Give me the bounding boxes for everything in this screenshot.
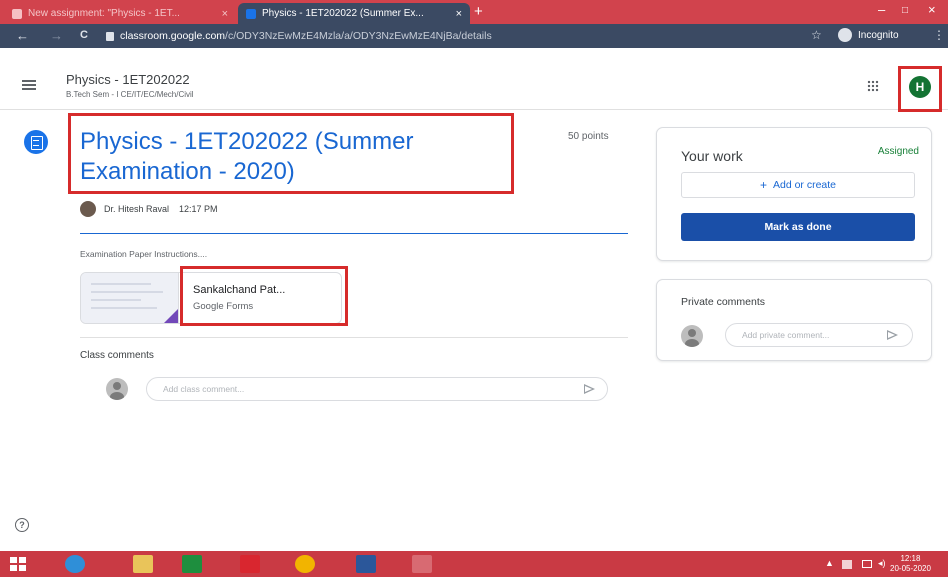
send-icon[interactable] [887,330,898,340]
your-work-title: Your work [681,148,743,164]
media-app-icon[interactable] [240,555,260,573]
incognito-label: Incognito [858,29,899,41]
address-bar[interactable]: classroom.google.com /c/ODY3NzEwMzE4Mzla… [106,27,826,45]
browser-tab-strip: New assignment: "Physics - 1ET... × Phys… [0,0,948,24]
store-icon[interactable] [182,555,202,573]
tab-close-icon[interactable]: × [222,8,228,20]
assignment-instructions: Examination Paper Instructions.... [80,249,208,259]
class-title[interactable]: Physics - 1ET202022 [66,72,190,87]
volume-icon[interactable]: ◂) [878,558,886,569]
url-host: classroom.google.com [120,30,226,42]
clock-time: 12:18 [900,554,921,563]
url-path: /c/ODY3NzEwMzE4Mzla/a/ODY3NzEwMzE4NjBa/d… [225,30,492,42]
teacher-avatar [80,201,96,217]
google-forms-icon [162,309,178,323]
maximize-icon[interactable]: □ [902,5,908,16]
attachment-thumbnail [81,273,179,323]
tab-title: New assignment: "Physics - 1ET... [28,8,180,19]
post-time: 12:17 PM [179,204,218,214]
browser-menu-icon[interactable]: ⋮ [933,28,945,42]
tray-expand-icon[interactable]: ▲ [825,558,834,568]
teacher-row: Dr. Hitesh Raval 12:17 PM [80,201,218,217]
flag-icon[interactable] [842,560,852,569]
work-status: Assigned [877,146,919,157]
title-divider [80,233,628,234]
incognito-indicator[interactable]: Incognito [838,28,899,42]
private-comments-title: Private comments [681,296,766,308]
browser-toolbar: ← → C classroom.google.com /c/ODY3NzEwMz… [0,24,948,48]
plus-icon: + [759,178,767,192]
mark-as-done-button[interactable]: Mark as done [681,213,915,241]
bookmark-star-icon[interactable]: ☆ [811,28,822,42]
lock-icon [106,31,114,41]
add-or-create-label: Add or create [772,179,837,191]
windows-start-icon[interactable] [10,557,26,571]
class-subtitle: B.Tech Sem - I CE/IT/EC/Mech/Civil [66,90,194,99]
highlight-box-attachment [180,266,348,326]
window-close-icon[interactable]: × [928,2,936,17]
highlight-box-title [68,113,514,194]
new-tab-button[interactable]: + [474,3,483,20]
network-icon[interactable] [862,560,872,568]
back-icon[interactable]: ← [16,28,29,43]
assignment-icon [24,130,48,154]
classroom-favicon-icon [246,8,256,19]
classroom-header: Physics - 1ET202022 B.Tech Sem - I CE/IT… [0,48,948,110]
private-comment-input[interactable]: Add private comment... [725,323,913,347]
private-comments-card: Private comments Add private comment... [656,279,932,361]
class-comment-input[interactable]: Add class comment... [146,377,608,401]
internet-explorer-icon[interactable] [65,555,85,573]
help-icon[interactable]: ? [15,518,29,532]
send-icon[interactable] [584,384,595,394]
file-explorer-icon[interactable] [133,555,153,573]
add-or-create-button[interactable]: + Add or create [681,172,915,198]
browser-tab-new-assignment[interactable]: New assignment: "Physics - 1ET... × [4,3,236,24]
gmail-favicon-icon [12,8,22,19]
word-icon[interactable] [356,555,376,573]
assignment-points: 50 points [568,131,609,142]
highlight-box-avatar [898,66,942,112]
comments-divider [80,337,628,338]
your-work-card: Your work Assigned + Add or create Mark … [656,127,932,261]
class-comments-heading: Class comments [80,350,154,361]
teacher-name: Dr. Hitesh Raval [104,204,170,214]
google-apps-icon[interactable] [867,80,879,92]
forward-icon[interactable]: → [50,28,63,43]
clock-date: 20-05-2020 [890,564,931,573]
browser-tab-physics[interactable]: Physics - 1ET202022 (Summer Ex... × [238,3,470,24]
incognito-icon [838,28,852,42]
minimize-icon[interactable]: – [878,2,885,17]
user-avatar-icon [681,325,703,347]
tab-title: Physics - 1ET202022 (Summer Ex... [262,8,424,19]
tab-close-icon[interactable]: × [456,8,462,20]
system-clock[interactable]: 12:18 20-05-2020 [890,554,931,574]
user-avatar-icon [106,378,128,400]
reload-icon[interactable]: C [80,29,88,41]
windows-taskbar: ▲ ◂) 12:18 20-05-2020 [0,551,948,577]
chrome-icon[interactable] [295,555,315,573]
paint-icon[interactable] [412,555,432,573]
hamburger-menu-icon[interactable] [22,80,36,90]
